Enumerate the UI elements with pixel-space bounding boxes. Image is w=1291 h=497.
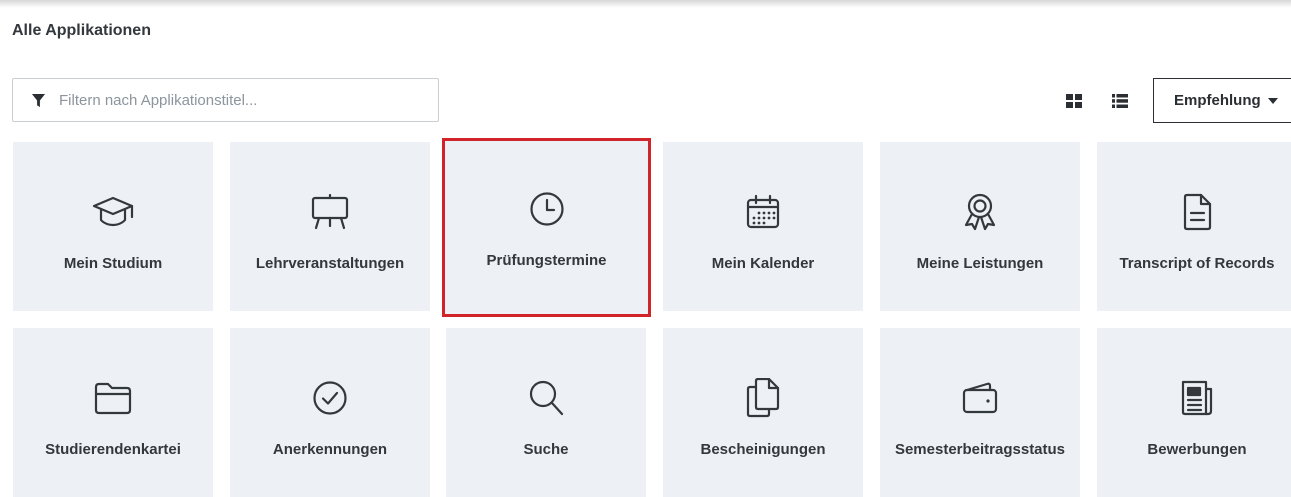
app-tile-label: Meine Leistungen xyxy=(916,255,1044,272)
document-icon xyxy=(1181,193,1213,231)
app-tile-mein-studium[interactable]: Mein Studium xyxy=(13,142,213,311)
check-circle-icon xyxy=(312,380,348,416)
app-tile-semesterbeitragsstatus[interactable]: Semesterbeitragsstatus xyxy=(880,328,1080,497)
newspaper-icon xyxy=(1178,380,1216,416)
copy-documents-icon xyxy=(745,378,781,418)
app-tile-transcript-of-records[interactable]: Transcript of Records xyxy=(1097,142,1291,311)
graduation-cap-icon xyxy=(92,194,134,230)
list-view-icon xyxy=(1112,94,1128,108)
folder-icon xyxy=(93,380,133,416)
list-view-button[interactable] xyxy=(1112,94,1128,108)
app-tile-label: Bescheinigungen xyxy=(700,441,826,458)
grid-view-button[interactable] xyxy=(1066,94,1082,108)
sort-dropdown-label: Empfehlung xyxy=(1174,92,1261,109)
calendar-icon xyxy=(745,194,781,230)
easel-icon xyxy=(310,194,350,230)
app-tile-bescheinigungen[interactable]: Bescheinigungen xyxy=(663,328,863,497)
app-tile-anerkennungen[interactable]: Anerkennungen xyxy=(230,328,430,497)
app-tile-lehrveranstaltungen[interactable]: Lehrveranstaltungen xyxy=(230,142,430,311)
app-tile-mein-kalender[interactable]: Mein Kalender xyxy=(663,142,863,311)
filter-field[interactable] xyxy=(12,78,439,122)
app-tile-label: Mein Kalender xyxy=(711,255,815,272)
sort-dropdown[interactable]: Empfehlung xyxy=(1153,78,1291,123)
filter-input[interactable] xyxy=(57,90,438,110)
app-tile-label: Transcript of Records xyxy=(1119,255,1275,272)
app-tile-label: Anerkennungen xyxy=(272,441,388,458)
app-tile-suche[interactable]: Suche xyxy=(446,328,646,497)
app-tile-label: Bewerbungen xyxy=(1147,441,1247,458)
clock-icon xyxy=(529,191,565,227)
app-tile-label: Mein Studium xyxy=(63,255,163,272)
app-tile-bewerbungen[interactable]: Bewerbungen xyxy=(1097,328,1291,497)
app-tile-studierendenkartei[interactable]: Studierendenkartei xyxy=(13,328,213,497)
app-tile-meine-leistungen[interactable]: Meine Leistungen xyxy=(880,142,1080,311)
filter-funnel-icon xyxy=(31,92,47,108)
app-tile-label: Suche xyxy=(523,441,569,458)
app-tile-label: Semesterbeitragsstatus xyxy=(894,441,1066,458)
wallet-icon xyxy=(960,380,1000,416)
app-tile-label: Prüfungstermine xyxy=(486,252,607,269)
award-ribbon-icon xyxy=(963,193,997,231)
app-tile-pruefungstermine[interactable]: Prüfungstermine xyxy=(442,138,651,317)
app-tile-label: Studierendenkartei xyxy=(45,441,181,458)
caret-down-icon xyxy=(1267,97,1278,104)
search-icon xyxy=(528,380,564,416)
header-shadow xyxy=(0,0,1291,8)
app-tile-label: Lehrveranstaltungen xyxy=(255,255,405,272)
grid-view-icon xyxy=(1066,94,1082,108)
page-title: Alle Applikationen xyxy=(12,22,151,39)
